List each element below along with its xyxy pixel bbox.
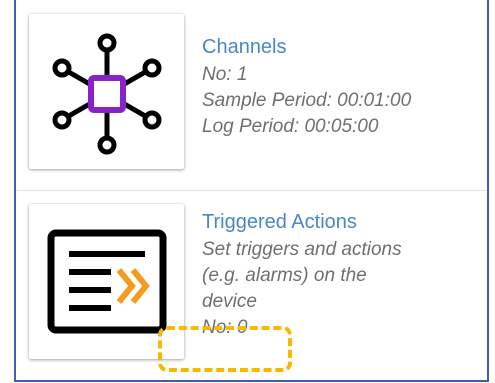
channels-tile[interactable] xyxy=(29,14,184,169)
triggered-actions-title[interactable]: Triggered Actions xyxy=(202,209,477,235)
triggered-actions-list-icon xyxy=(47,229,167,334)
channels-network-icon xyxy=(52,33,162,155)
channels-title[interactable]: Channels xyxy=(202,34,477,60)
triggered-actions-count: No: 0 xyxy=(202,317,248,338)
triggered-actions-info: Triggered Actions Set triggers and actio… xyxy=(202,209,477,341)
triggered-actions-card[interactable]: Triggered Actions Set triggers and actio… xyxy=(16,191,487,380)
channels-count: No: 1 xyxy=(202,64,248,85)
triggered-actions-tile[interactable] xyxy=(29,204,184,359)
sample-period: Sample Period: 00:01:00 xyxy=(202,90,412,111)
channels-card[interactable]: Channels No: 1 Sample Period: 00:01:00 L… xyxy=(16,0,487,191)
log-period: Log Period: 00:05:00 xyxy=(202,116,379,137)
channels-info: Channels No: 1 Sample Period: 00:01:00 L… xyxy=(202,34,477,140)
triggered-actions-desc-line2: (e.g. alarms) on the xyxy=(202,265,367,286)
triggered-actions-desc-line1: Set triggers and actions xyxy=(202,239,402,260)
triggered-actions-desc-line3: device xyxy=(202,291,257,312)
settings-panel: Channels No: 1 Sample Period: 00:01:00 L… xyxy=(14,0,489,382)
